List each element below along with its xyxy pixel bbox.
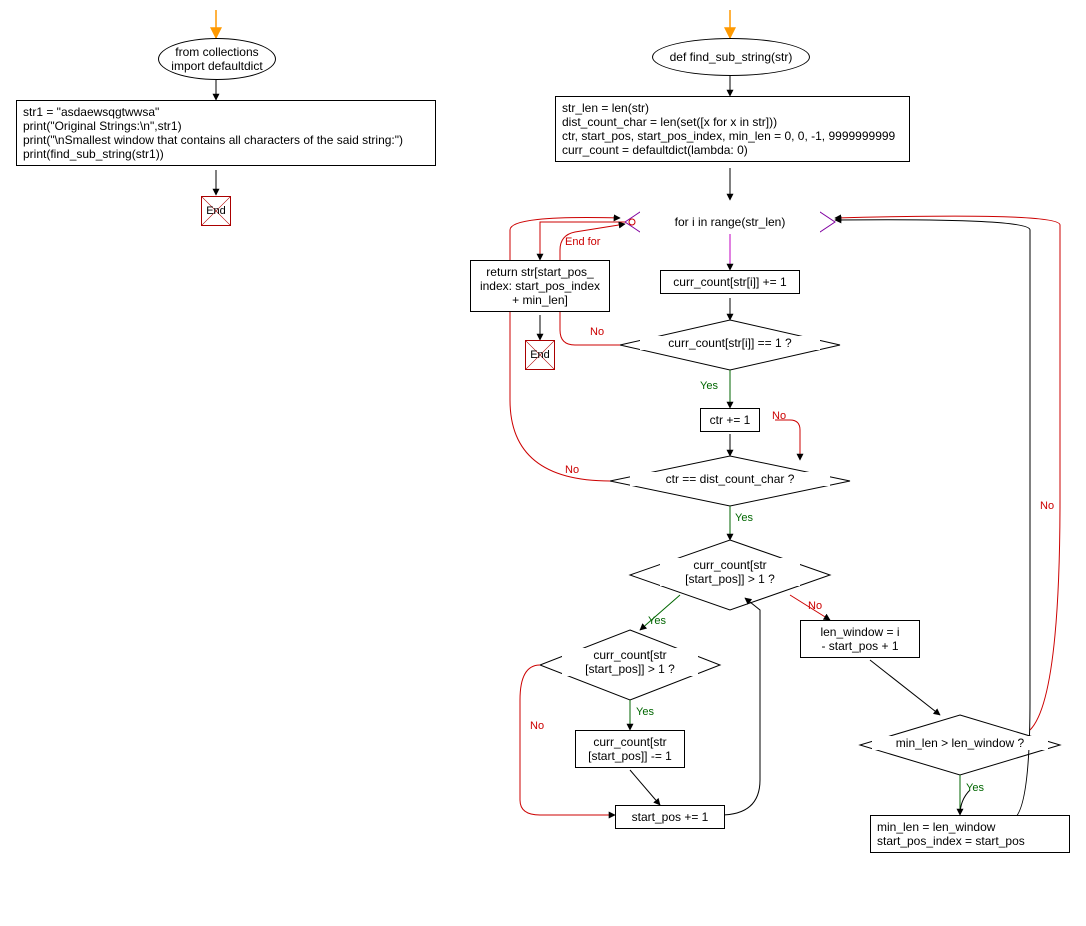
label-no: No bbox=[1040, 500, 1054, 512]
node-end-main: End bbox=[201, 196, 231, 226]
node-main-body: str1 = "asdaewsqgtwwsa" print("Original … bbox=[16, 100, 436, 166]
node-text: min_len > len_window ? bbox=[896, 736, 1024, 750]
node-text: curr_count[str [start_pos]] > 1 ? bbox=[585, 648, 675, 676]
node-text: return str[start_pos_ index: start_pos_i… bbox=[480, 265, 600, 307]
node-def: def find_sub_string(str) bbox=[652, 38, 810, 76]
node-len-window: len_window = i - start_pos + 1 bbox=[800, 620, 920, 658]
node-text: curr_count[str [start_pos]] -= 1 bbox=[588, 735, 672, 763]
node-text: str1 = "asdaewsqgtwwsa" print("Original … bbox=[23, 105, 403, 161]
label-end-for: End for bbox=[565, 236, 600, 248]
label-no: No bbox=[808, 600, 822, 612]
label-yes: Yes bbox=[700, 380, 718, 392]
node-text: curr_count[str[i]] == 1 ? bbox=[668, 336, 791, 350]
label-yes: Yes bbox=[735, 512, 753, 524]
label-yes: Yes bbox=[966, 782, 984, 794]
node-return: return str[start_pos_ index: start_pos_i… bbox=[470, 260, 610, 312]
node-ctr-inc: ctr += 1 bbox=[700, 408, 760, 432]
node-init: str_len = len(str) dist_count_char = len… bbox=[555, 96, 910, 162]
label-no: No bbox=[530, 720, 544, 732]
node-text: curr_count[str[i]] += 1 bbox=[673, 275, 786, 289]
node-import: from collections import defaultdict bbox=[158, 38, 276, 80]
end-label: End bbox=[530, 349, 550, 361]
node-dec2: ctr == dist_count_char ? bbox=[630, 472, 830, 486]
node-curr-count-inc: curr_count[str[i]] += 1 bbox=[660, 270, 800, 294]
node-text: curr_count[str [start_pos]] > 1 ? bbox=[685, 558, 775, 586]
node-assign-min: min_len = len_window start_pos_index = s… bbox=[870, 815, 1070, 853]
node-dec4: curr_count[str [start_pos]] > 1 ? bbox=[562, 648, 698, 676]
node-text: from collections import defaultdict bbox=[171, 45, 262, 73]
node-text: ctr == dist_count_char ? bbox=[666, 472, 795, 486]
node-start-pos-inc: start_pos += 1 bbox=[615, 805, 725, 829]
label-yes: Yes bbox=[648, 615, 666, 627]
end-label: End bbox=[206, 205, 226, 217]
node-dec3: curr_count[str [start_pos]] > 1 ? bbox=[660, 558, 800, 586]
label-yes: Yes bbox=[636, 706, 654, 718]
label-no: No bbox=[772, 410, 786, 422]
node-text: ctr += 1 bbox=[710, 413, 751, 427]
node-text: def find_sub_string(str) bbox=[670, 50, 793, 64]
node-text: start_pos += 1 bbox=[632, 810, 709, 824]
node-end-func: End bbox=[525, 340, 555, 370]
label-no: No bbox=[590, 326, 604, 338]
node-curr-count-dec: curr_count[str [start_pos]] -= 1 bbox=[575, 730, 685, 768]
label-no: No bbox=[565, 464, 579, 476]
node-text: str_len = len(str) dist_count_char = len… bbox=[562, 101, 895, 157]
node-text: len_window = i - start_pos + 1 bbox=[820, 625, 899, 653]
node-dec1: curr_count[str[i]] == 1 ? bbox=[640, 336, 820, 350]
node-for-loop: for i in range(str_len) bbox=[640, 210, 820, 234]
node-text: min_len = len_window start_pos_index = s… bbox=[877, 820, 1025, 848]
node-text: for i in range(str_len) bbox=[675, 215, 786, 229]
node-dec5: min_len > len_window ? bbox=[872, 736, 1048, 750]
